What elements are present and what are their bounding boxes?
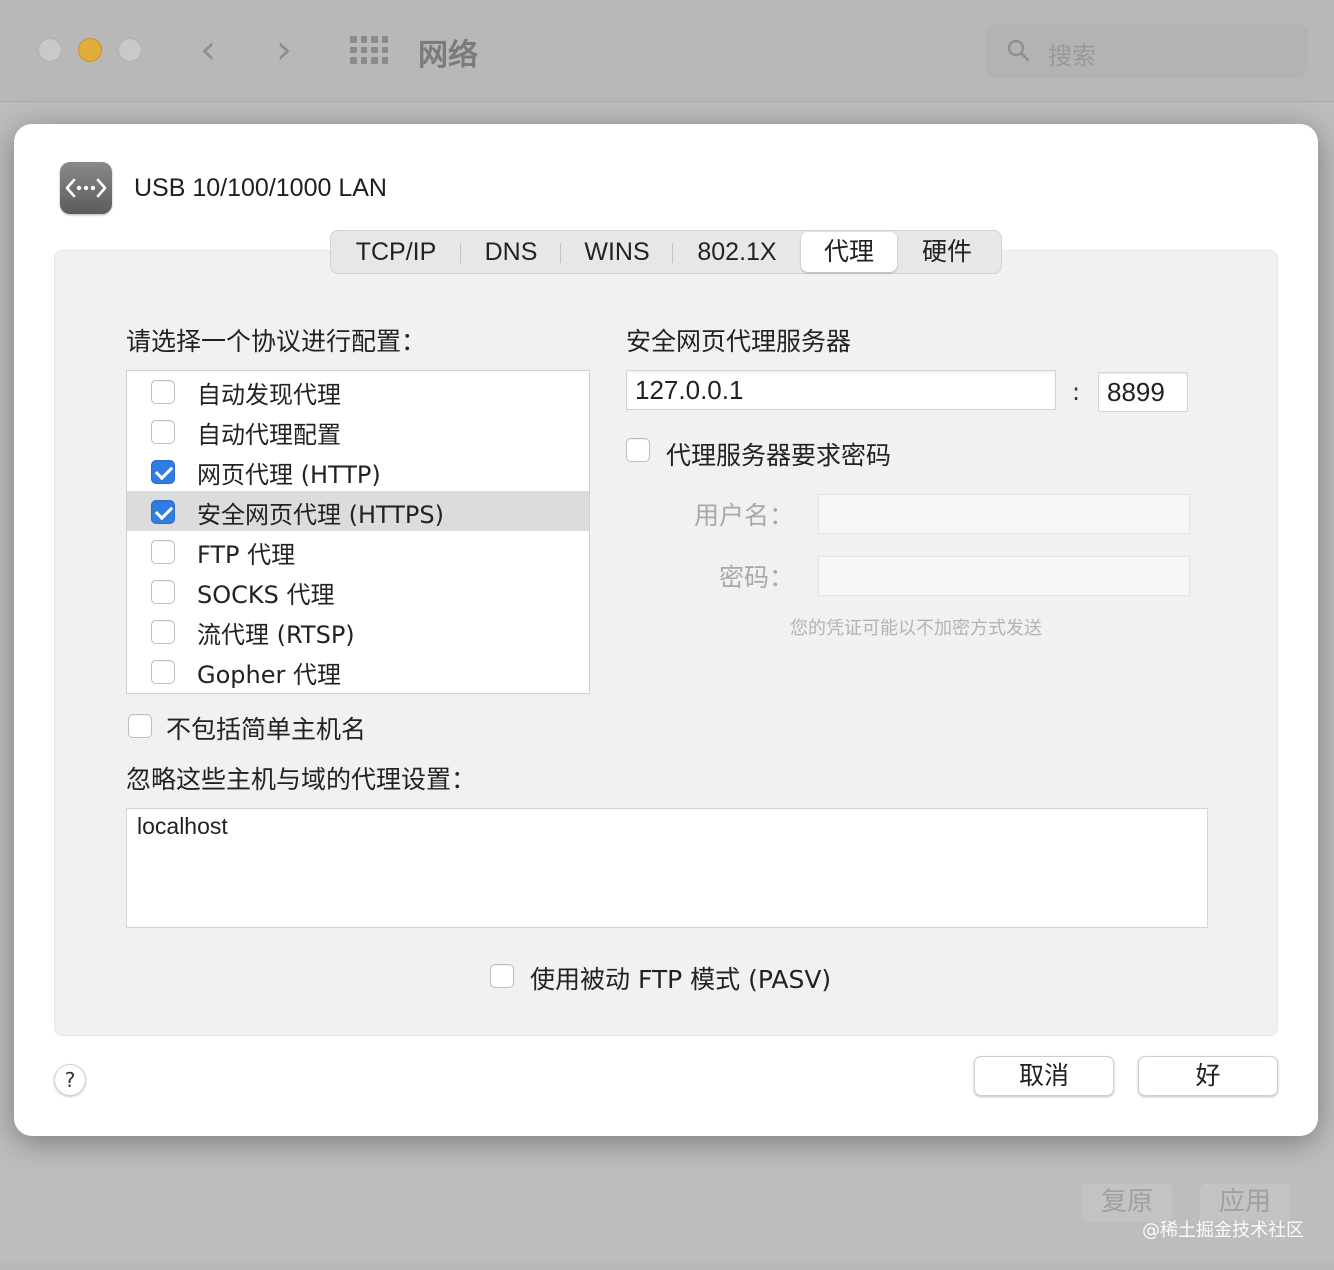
protocol-item-auto-config[interactable]: 自动代理配置 bbox=[127, 411, 589, 451]
protocol-label: 流代理 (RTSP) bbox=[197, 621, 355, 649]
tab-hardware[interactable]: 硬件 bbox=[897, 232, 997, 272]
protocol-list-title: 请选择一个协议进行配置： bbox=[126, 327, 427, 356]
ethernet-icon bbox=[60, 162, 112, 214]
protocol-item-https[interactable]: 安全网页代理 (HTTPS) bbox=[127, 491, 589, 531]
ftp-proxy-checkbox[interactable] bbox=[151, 540, 175, 564]
auto-discovery-checkbox[interactable] bbox=[151, 380, 175, 404]
tab-tcpip[interactable]: TCP/IP bbox=[331, 232, 461, 272]
exclude-simple-hostnames-checkbox[interactable] bbox=[128, 714, 152, 738]
auto-config-checkbox[interactable] bbox=[151, 420, 175, 444]
proxy-server-address-input[interactable]: 127.0.0.1 bbox=[626, 370, 1056, 410]
protocol-item-ftp[interactable]: FTP 代理 bbox=[127, 531, 589, 571]
protocol-item-auto-discovery[interactable]: 自动发现代理 bbox=[127, 371, 589, 411]
username-input[interactable] bbox=[818, 494, 1190, 534]
bypass-hosts-title: 忽略这些主机与域的代理设置： bbox=[126, 765, 477, 794]
rtsp-proxy-checkbox[interactable] bbox=[151, 620, 175, 644]
tab-proxies[interactable]: 代理 bbox=[801, 232, 897, 272]
protocol-label: 网页代理 (HTTP) bbox=[197, 461, 381, 489]
credentials-warning: 您的凭证可能以不加密方式发送 bbox=[790, 618, 1042, 639]
search-field[interactable]: 搜索 bbox=[986, 24, 1308, 78]
interface-name: USB 10/100/1000 LAN bbox=[134, 174, 387, 202]
help-button[interactable]: ? bbox=[54, 1064, 86, 1096]
passive-ftp-checkbox[interactable] bbox=[490, 964, 514, 988]
forward-button[interactable]: › bbox=[276, 28, 292, 72]
cancel-button[interactable]: 取消 bbox=[974, 1056, 1114, 1096]
gopher-proxy-checkbox[interactable] bbox=[151, 660, 175, 684]
username-label: 用户名： bbox=[693, 501, 794, 530]
zoom-window-button[interactable] bbox=[118, 38, 142, 62]
search-icon bbox=[1007, 39, 1030, 62]
tab-wins[interactable]: WINS bbox=[561, 232, 673, 272]
protocol-label: 安全网页代理 (HTTPS) bbox=[197, 501, 445, 529]
show-all-grid-icon[interactable] bbox=[350, 36, 388, 64]
protocol-list: 自动发现代理 自动代理配置 网页代理 (HTTP) 安全网页代理 (HTTPS)… bbox=[126, 370, 590, 694]
port-separator: : bbox=[1072, 378, 1081, 406]
window-title: 网络 bbox=[418, 38, 478, 73]
tab-dns[interactable]: DNS bbox=[461, 232, 561, 272]
protocol-label: SOCKS 代理 bbox=[197, 581, 335, 609]
http-proxy-checkbox[interactable] bbox=[151, 460, 175, 484]
bypass-hosts-textarea[interactable]: localhost bbox=[126, 808, 1208, 928]
password-input[interactable] bbox=[818, 556, 1190, 596]
minimize-window-button[interactable] bbox=[78, 38, 102, 62]
watermark: @稀土掘金技术社区 bbox=[1142, 1220, 1304, 1241]
protocol-label: 自动发现代理 bbox=[197, 381, 341, 409]
protocol-label: Gopher 代理 bbox=[197, 661, 341, 689]
ok-button[interactable]: 好 bbox=[1138, 1056, 1278, 1096]
protocol-item-gopher[interactable]: Gopher 代理 bbox=[127, 651, 589, 691]
password-label: 密码： bbox=[718, 563, 794, 592]
back-button[interactable]: ‹ bbox=[200, 28, 216, 72]
close-window-button[interactable] bbox=[38, 38, 62, 62]
protocol-label: FTP 代理 bbox=[197, 541, 296, 569]
window-toolbar: ‹ › 网络 搜索 bbox=[0, 0, 1334, 102]
requires-password-checkbox[interactable] bbox=[626, 438, 650, 462]
settings-tabs: TCP/IP DNS WINS 802.1X 代理 硬件 bbox=[330, 230, 1002, 274]
advanced-settings-sheet: USB 10/100/1000 LAN TCP/IP DNS WINS 802.… bbox=[14, 124, 1318, 1136]
requires-password-label: 代理服务器要求密码 bbox=[666, 441, 892, 470]
search-placeholder: 搜索 bbox=[1048, 42, 1096, 70]
proxy-port-input[interactable]: 8899 bbox=[1098, 372, 1188, 412]
tab-8021x[interactable]: 802.1X bbox=[673, 232, 801, 272]
protocol-label: 自动代理配置 bbox=[197, 421, 341, 449]
proxy-server-title: 安全网页代理服务器 bbox=[626, 327, 852, 356]
socks-proxy-checkbox[interactable] bbox=[151, 580, 175, 604]
protocol-item-rtsp[interactable]: 流代理 (RTSP) bbox=[127, 611, 589, 651]
exclude-simple-hostnames-label: 不包括简单主机名 bbox=[166, 715, 367, 744]
passive-ftp-label: 使用被动 FTP 模式 (PASV) bbox=[530, 965, 832, 994]
protocol-item-http[interactable]: 网页代理 (HTTP) bbox=[127, 451, 589, 491]
protocol-item-socks[interactable]: SOCKS 代理 bbox=[127, 571, 589, 611]
https-proxy-checkbox[interactable] bbox=[151, 500, 175, 524]
